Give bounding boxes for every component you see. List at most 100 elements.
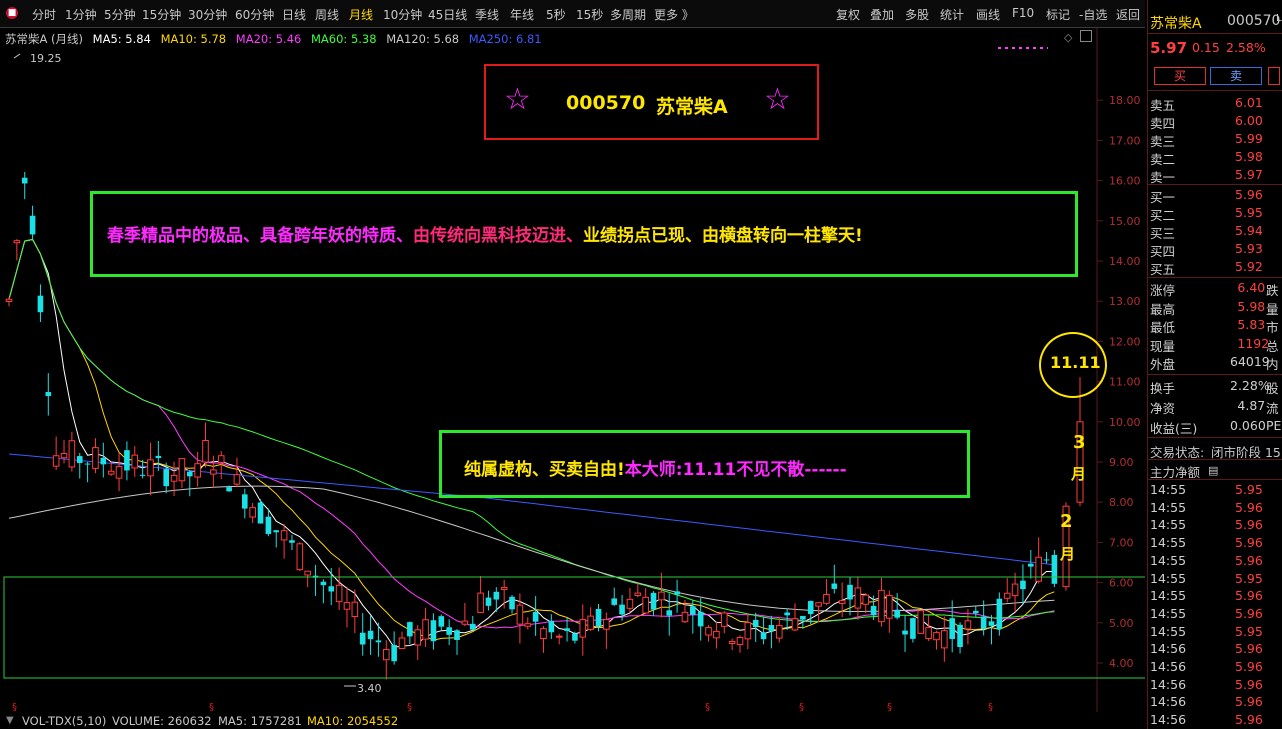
candle-body bbox=[500, 587, 508, 591]
title-annotation-box: ☆ 000570 苏常柴A ☆ bbox=[484, 64, 819, 140]
stat-label: 最低 bbox=[1150, 320, 1176, 335]
candle-body bbox=[304, 570, 311, 576]
stat-extra-label: 量 bbox=[1266, 301, 1279, 317]
stat-label: 涨停 bbox=[1150, 283, 1176, 298]
candle-body bbox=[862, 594, 870, 605]
ask-level-price: 6.01 bbox=[1235, 95, 1263, 110]
period-tab[interactable]: 周线 bbox=[315, 6, 339, 23]
high-pointer bbox=[13, 53, 21, 59]
overlay-button[interactable]: 叠加 bbox=[870, 6, 894, 23]
panel-scroll-handle[interactable] bbox=[1268, 67, 1280, 85]
stat-label: 最高 bbox=[1150, 301, 1176, 317]
period-tab[interactable]: 季线 bbox=[475, 6, 499, 23]
divider bbox=[1147, 374, 1282, 375]
candle-body bbox=[414, 629, 422, 646]
candle-body bbox=[587, 615, 594, 630]
month-2-label: 2 bbox=[1060, 511, 1073, 532]
event-marker[interactable]: § bbox=[799, 702, 804, 713]
price-tick-label: 4.00 bbox=[1109, 657, 1134, 670]
tick-price: 5.96 bbox=[1235, 552, 1263, 568]
stat-value: 5.98 bbox=[1237, 298, 1266, 314]
period-tab[interactable]: 1分钟 bbox=[65, 6, 97, 23]
candle-body bbox=[13, 240, 21, 244]
draw-line-button[interactable]: 画线 bbox=[976, 6, 1000, 23]
candle-body bbox=[233, 474, 241, 485]
event-marker[interactable]: § bbox=[12, 702, 17, 713]
stat-label: 净资 bbox=[1150, 401, 1176, 416]
candle-body bbox=[524, 623, 532, 627]
event-marker[interactable]: § bbox=[887, 702, 892, 713]
divider bbox=[1147, 277, 1282, 278]
buy-button[interactable]: 买 bbox=[1154, 67, 1206, 85]
price-change-pct: 2.58% bbox=[1226, 40, 1266, 55]
diamond-icon[interactable]: ◇ bbox=[1064, 31, 1072, 44]
ask-level-label: 卖五 bbox=[1150, 98, 1176, 113]
mark-button[interactable]: 标记 bbox=[1046, 6, 1070, 23]
ma120-line bbox=[8, 485, 1055, 612]
stat-extra-label: 跌 bbox=[1266, 283, 1279, 298]
f10-button[interactable]: F10 bbox=[1012, 6, 1034, 20]
period-tab[interactable]: 更多 》 bbox=[654, 6, 694, 23]
candle-body bbox=[980, 616, 987, 629]
period-tab-active[interactable]: 月线 bbox=[349, 6, 373, 23]
month-3-suffix: 月 bbox=[1071, 465, 1087, 483]
vol-ma5: MA5: 1757281 bbox=[218, 714, 302, 728]
period-tab[interactable]: 60分钟 bbox=[235, 6, 274, 23]
event-marker[interactable]: § bbox=[705, 702, 710, 713]
period-tab[interactable]: 多周期 bbox=[610, 6, 646, 23]
stat-value: 4.87 bbox=[1237, 398, 1266, 413]
multi-stock-button[interactable]: 多股 bbox=[905, 6, 929, 23]
period-tab[interactable]: 45日线 bbox=[428, 6, 467, 23]
event-marker[interactable]: § bbox=[209, 702, 214, 713]
candle-body bbox=[202, 440, 209, 463]
candle-body bbox=[752, 619, 759, 627]
period-tab[interactable]: 5分钟 bbox=[104, 6, 136, 23]
period-tab[interactable]: 分时 bbox=[32, 6, 56, 23]
consolidation-box bbox=[3, 576, 1145, 679]
candle-body bbox=[666, 610, 673, 616]
event-marker[interactable]: § bbox=[407, 702, 412, 713]
candle-body bbox=[894, 610, 900, 618]
candle-body bbox=[249, 507, 256, 518]
candle-body bbox=[791, 618, 799, 631]
price-tick-label: 9.00 bbox=[1109, 456, 1134, 469]
period-tab[interactable]: 15秒 bbox=[576, 6, 603, 23]
period-tab[interactable]: 日线 bbox=[282, 6, 306, 23]
watchlist-button[interactable]: -自选 bbox=[1079, 6, 1107, 23]
period-tab[interactable]: 15分钟 bbox=[142, 6, 181, 23]
fuquan-button[interactable]: 复权 bbox=[836, 6, 860, 23]
collapse-icon[interactable] bbox=[1080, 30, 1092, 42]
stat-value: 1192 bbox=[1237, 335, 1270, 351]
statistics-button[interactable]: 统计 bbox=[940, 6, 964, 23]
candle-body bbox=[382, 649, 390, 661]
candle-body bbox=[398, 637, 406, 650]
candle-body bbox=[642, 596, 649, 614]
period-tab[interactable]: 10分钟 bbox=[383, 6, 422, 23]
volume-collapse-icon[interactable]: ▼ bbox=[6, 715, 14, 726]
ask-level-label: 卖四 bbox=[1150, 116, 1176, 131]
candle-body bbox=[988, 621, 995, 626]
candle-body bbox=[147, 459, 154, 477]
price-axis: 18.00 17.00 16.00 15.00 14.00 13.00 12.00 11.00… bbox=[1109, 94, 1141, 670]
candle-body bbox=[485, 597, 492, 606]
candle-body bbox=[1020, 580, 1026, 590]
period-tab[interactable]: 年线 bbox=[510, 6, 534, 23]
back-button[interactable]: 返回 bbox=[1116, 6, 1140, 23]
candle-body bbox=[705, 627, 712, 636]
candle-body bbox=[493, 591, 500, 600]
event-marker[interactable]: § bbox=[988, 702, 993, 713]
candle-body bbox=[438, 616, 445, 627]
period-tab[interactable]: 5秒 bbox=[546, 6, 566, 23]
netflow-icon[interactable]: ▤ bbox=[1208, 464, 1218, 477]
candle-body bbox=[933, 632, 940, 641]
candle-body bbox=[430, 620, 437, 642]
period-tab[interactable]: 30分钟 bbox=[188, 6, 227, 23]
candle-body bbox=[744, 622, 752, 640]
toolbar-menu-dot[interactable]: ■ bbox=[6, 7, 18, 19]
sell-button[interactable]: 卖 bbox=[1210, 67, 1262, 85]
slogan-annotation-box: 春季精品中的极品、具备跨年妖的特质、由传统向黑科技迈进、业绩拐点已现、由横盘转向… bbox=[90, 191, 1078, 277]
price-tick-label: 7.00 bbox=[1109, 536, 1134, 549]
candle-body bbox=[870, 605, 877, 616]
candle-body bbox=[60, 453, 68, 459]
candle-body bbox=[878, 589, 885, 623]
